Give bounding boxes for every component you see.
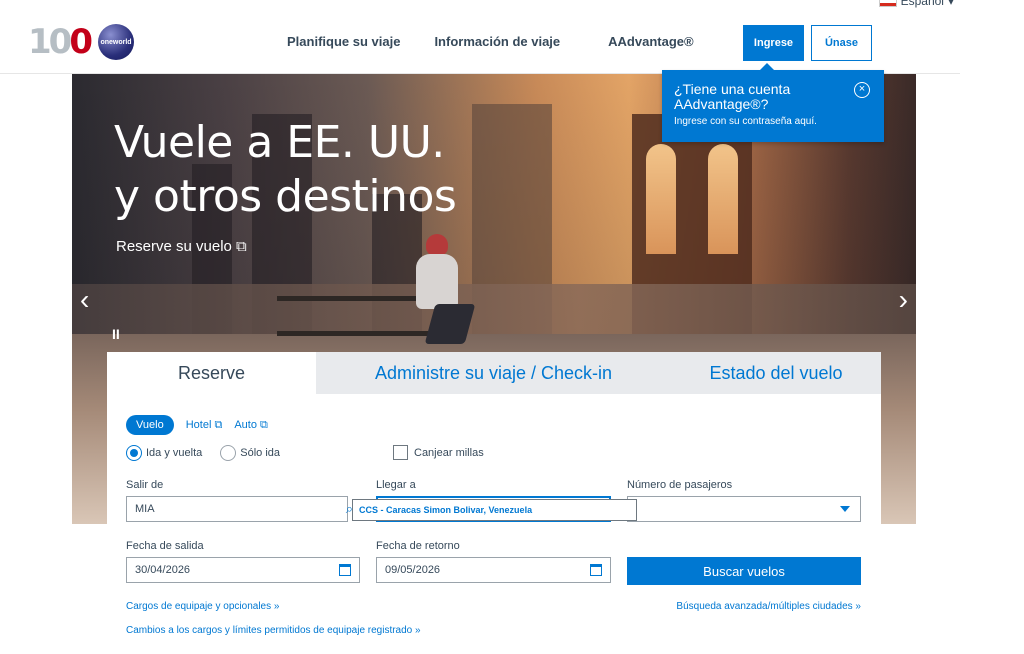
booking-panel: Reserve Administre su viaje / Check-in E… [107, 352, 881, 654]
pause-icon[interactable]: II [112, 326, 120, 342]
calendar-icon[interactable] [590, 564, 602, 576]
return-label: Fecha de retorno [376, 540, 460, 552]
redeem-miles-checkbox[interactable]: Canjear millas [393, 445, 484, 460]
oneworld-icon: oneworld [98, 24, 134, 60]
to-label: Llegar a [376, 479, 416, 491]
person-body [416, 254, 458, 309]
radio-one-way[interactable]: Sólo ida [220, 445, 280, 461]
brand-logo[interactable]: 100 oneworld [28, 22, 134, 62]
return-date-value: 09/05/2026 [385, 564, 441, 576]
login-popup: ¿Tiene una cuenta AAdvantage®? Ingrese c… [662, 63, 884, 142]
calendar-icon[interactable] [339, 564, 351, 576]
depart-label: Fecha de salida [126, 540, 204, 552]
site-header: 100 oneworld Planifique su viaje Informa… [0, 0, 960, 74]
booking-tabs: Reserve Administre su viaje / Check-in E… [107, 352, 881, 394]
mode-flight[interactable]: Vuelo [126, 415, 174, 435]
mode-car[interactable]: Auto ⧉ [234, 419, 268, 432]
passengers-select[interactable] [627, 496, 861, 522]
mode-hotel[interactable]: Hotel ⧉ [186, 419, 223, 432]
radio-selected-icon [126, 445, 142, 461]
popup-title: ¿Tiene una cuenta AAdvantage®? [674, 81, 791, 112]
product-modes: Vuelo Hotel ⧉ Auto ⧉ [126, 415, 268, 435]
book-flight-link[interactable]: Reserve su vuelo ⧉ [116, 238, 247, 255]
radio-round-trip[interactable]: Ida y vuelta [126, 445, 202, 461]
logo-text: 10 [28, 22, 72, 62]
depart-date-field[interactable]: 30/04/2026 [126, 557, 360, 583]
from-label: Salir de [126, 479, 164, 491]
prev-slide-icon[interactable]: ‹ [80, 284, 89, 316]
hero-title-line2: y otros destinos [114, 171, 457, 222]
nav-item-aadvantage[interactable]: AAdvantage® [608, 34, 693, 49]
login-button[interactable]: Ingrese [743, 25, 804, 61]
tab-reserve[interactable]: Reserve [107, 352, 316, 394]
logo-text-o: 0 [69, 22, 93, 62]
next-slide-icon[interactable]: › [899, 284, 908, 316]
trip-type: Ida y vuelta Sólo ida [126, 445, 280, 461]
hero-title: Vuele a EE. UU. y otros destinos [114, 116, 457, 224]
radio-round-label: Ida y vuelta [146, 447, 203, 459]
passengers-label: Número de pasajeros [627, 479, 733, 491]
close-icon[interactable]: × [854, 82, 870, 98]
baggage-fees-link[interactable]: Cargos de equipaje y opcionales » [126, 601, 279, 612]
radio-oneway-label: Sólo ida [240, 447, 281, 459]
redeem-miles-label: Canjear millas [414, 446, 484, 459]
logo-100: 100 [28, 22, 93, 62]
join-button[interactable]: Únase [811, 25, 872, 61]
person-figure [410, 234, 476, 349]
from-field[interactable]: MIA ⌕ [126, 496, 353, 522]
main-nav: Planifique su viaje Información de viaje… [287, 34, 694, 49]
tab-flight-status[interactable]: Estado del vuelo [671, 352, 881, 394]
hero-title-line1: Vuele a EE. UU. [114, 117, 445, 168]
from-value: MIA [135, 503, 155, 515]
advanced-search-link[interactable]: Búsqueda avanzada/múltiples ciudades » [676, 601, 861, 612]
return-date-field[interactable]: 09/05/2026 [376, 557, 611, 583]
nav-item-plan[interactable]: Planifique su viaje [287, 34, 400, 49]
oneworld-text: oneworld [100, 38, 132, 46]
nav-item-travel-info[interactable]: Información de viaje [434, 34, 560, 49]
person-legs [424, 304, 476, 344]
depart-date-value: 30/04/2026 [135, 564, 191, 576]
radio-icon [220, 445, 237, 461]
person-head [426, 234, 448, 256]
tab-manage-trip[interactable]: Administre su viaje / Check-in [316, 352, 671, 394]
baggage-changes-link[interactable]: Cambios a los cargos y límites permitido… [126, 625, 421, 636]
search-flights-button[interactable]: Buscar vuelos [627, 557, 861, 585]
popup-subtitle[interactable]: Ingrese con su contraseña aquí. [674, 116, 872, 127]
airport-suggestion[interactable]: CCS - Caracas Simon Bolivar, Venezuela [352, 499, 637, 521]
chevron-down-icon [840, 506, 850, 512]
checkbox-icon [393, 445, 408, 460]
